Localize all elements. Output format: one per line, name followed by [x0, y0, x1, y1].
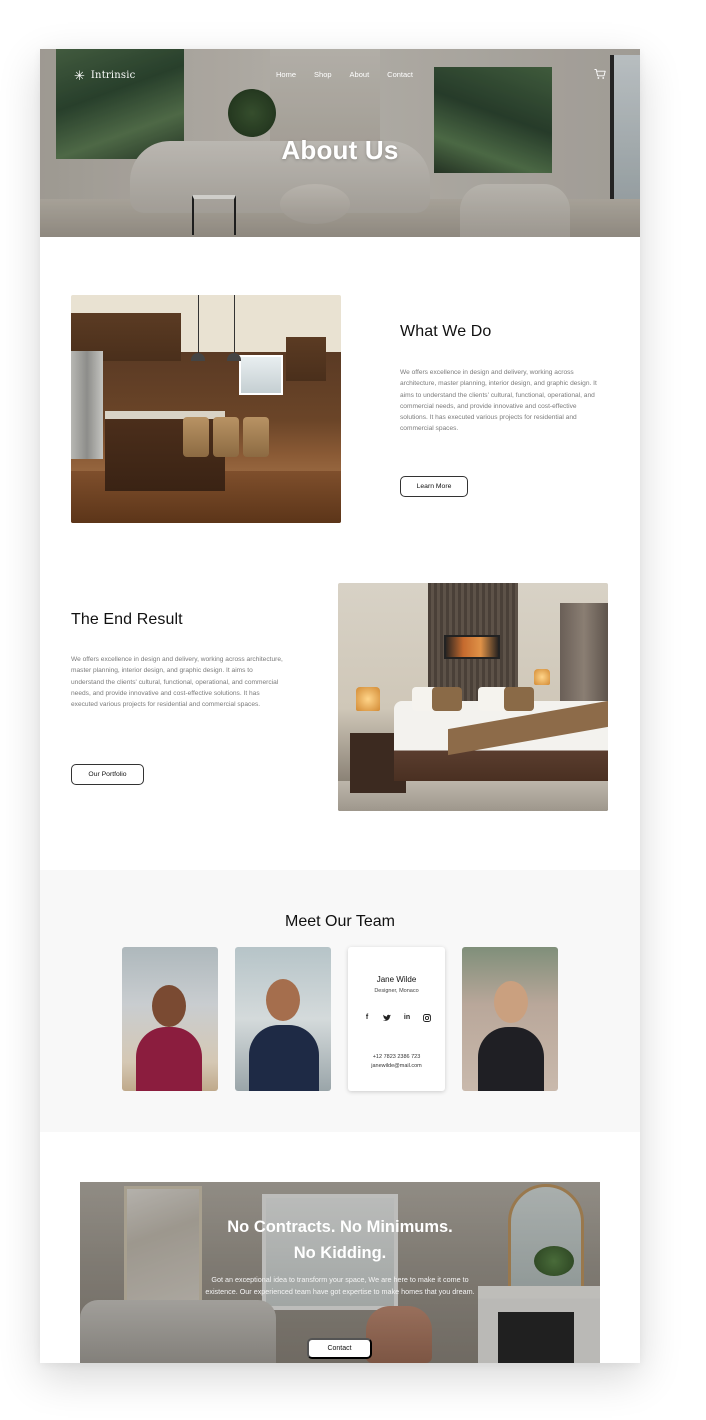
cta-overlay: [80, 1182, 600, 1363]
pendant-lamp: [227, 353, 241, 361]
logo[interactable]: ✳ Intrinsic: [74, 69, 135, 82]
cta-text: Got an exceptional idea to transform you…: [205, 1275, 475, 1296]
member-phone[interactable]: +12 7823 2386 723: [348, 1054, 445, 1060]
member-role: Designer, Monaco: [374, 988, 419, 994]
team-member-photo[interactable]: [235, 947, 331, 1091]
bedroom-lamp: [356, 687, 380, 711]
kitchen-fridge: [71, 351, 103, 459]
learn-more-button[interactable]: Learn More: [400, 476, 468, 497]
team-member-photo[interactable]: [122, 947, 218, 1091]
person-body: [136, 1027, 202, 1091]
nav-home[interactable]: Home: [276, 70, 296, 79]
pendant-cord: [234, 295, 235, 355]
member-email[interactable]: janewilde@mail.com: [348, 1063, 445, 1069]
nav-about[interactable]: About: [350, 70, 370, 79]
facebook-icon[interactable]: f: [362, 1013, 372, 1023]
team-heading: Meet Our Team: [285, 913, 395, 930]
person-head: [266, 979, 300, 1021]
kitchen-stool: [213, 417, 239, 457]
social-links: f in: [362, 1013, 432, 1023]
member-name: Jane Wilde: [376, 975, 417, 984]
what-we-do-text: We offers excellence in design and deliv…: [400, 369, 597, 433]
bed-pillow: [432, 687, 462, 711]
cart-icon[interactable]: [594, 68, 606, 80]
team-member-card[interactable]: Jane Wilde Designer, Monaco f in +12 782…: [348, 947, 445, 1091]
logo-text: Intrinsic: [90, 70, 136, 81]
hero-banner: ✳ Intrinsic Home Shop About Contact Abou…: [40, 49, 640, 237]
pendant-lamp: [191, 353, 205, 361]
bedroom-lamp: [534, 669, 550, 685]
cta-heading-line1: No Contracts. No Minimums.: [227, 1218, 453, 1236]
person-body: [249, 1025, 319, 1091]
our-portfolio-button[interactable]: Our Portfolio: [71, 764, 144, 785]
team-member-photo[interactable]: [462, 947, 558, 1091]
person-body: [478, 1027, 544, 1091]
kitchen-stool: [183, 417, 209, 457]
cta-heading-line2: No Kidding.: [293, 1244, 387, 1262]
main-nav: Home Shop About Contact: [276, 70, 431, 79]
cta-heading: No Contracts. No Minimums. No Kidding.: [80, 1214, 600, 1266]
about-page: ✳ Intrinsic Home Shop About Contact Abou…: [40, 49, 640, 1363]
instagram-icon[interactable]: [422, 1013, 432, 1023]
what-we-do-heading: What We Do: [400, 323, 492, 340]
team-section: Meet Our Team Jane Wilde Designer, Monac…: [40, 870, 640, 1132]
nav-shop[interactable]: Shop: [314, 70, 332, 79]
bedroom-image: [338, 583, 608, 811]
kitchen-side-cabinets: [286, 337, 326, 381]
asterisk-logo-icon: ✳: [74, 68, 85, 83]
linkedin-icon[interactable]: in: [402, 1013, 412, 1023]
bedroom-fireplace: [444, 635, 500, 659]
kitchen-image: [71, 295, 341, 523]
end-result-heading: The End Result: [71, 611, 183, 628]
kitchen-window: [239, 355, 283, 395]
twitter-icon[interactable]: [382, 1013, 392, 1023]
bed-pillow: [504, 687, 534, 711]
end-result-text: We offers excellence in design and deliv…: [71, 656, 283, 709]
page-title: About Us: [281, 135, 399, 165]
person-head: [152, 985, 186, 1027]
kitchen-stool: [243, 417, 269, 457]
pendant-cord: [198, 295, 199, 355]
person-head: [494, 981, 528, 1023]
cta-banner: No Contracts. No Minimums. No Kidding. G…: [80, 1182, 600, 1363]
contact-button[interactable]: Contact: [307, 1338, 372, 1359]
nav-contact[interactable]: Contact: [387, 70, 413, 79]
